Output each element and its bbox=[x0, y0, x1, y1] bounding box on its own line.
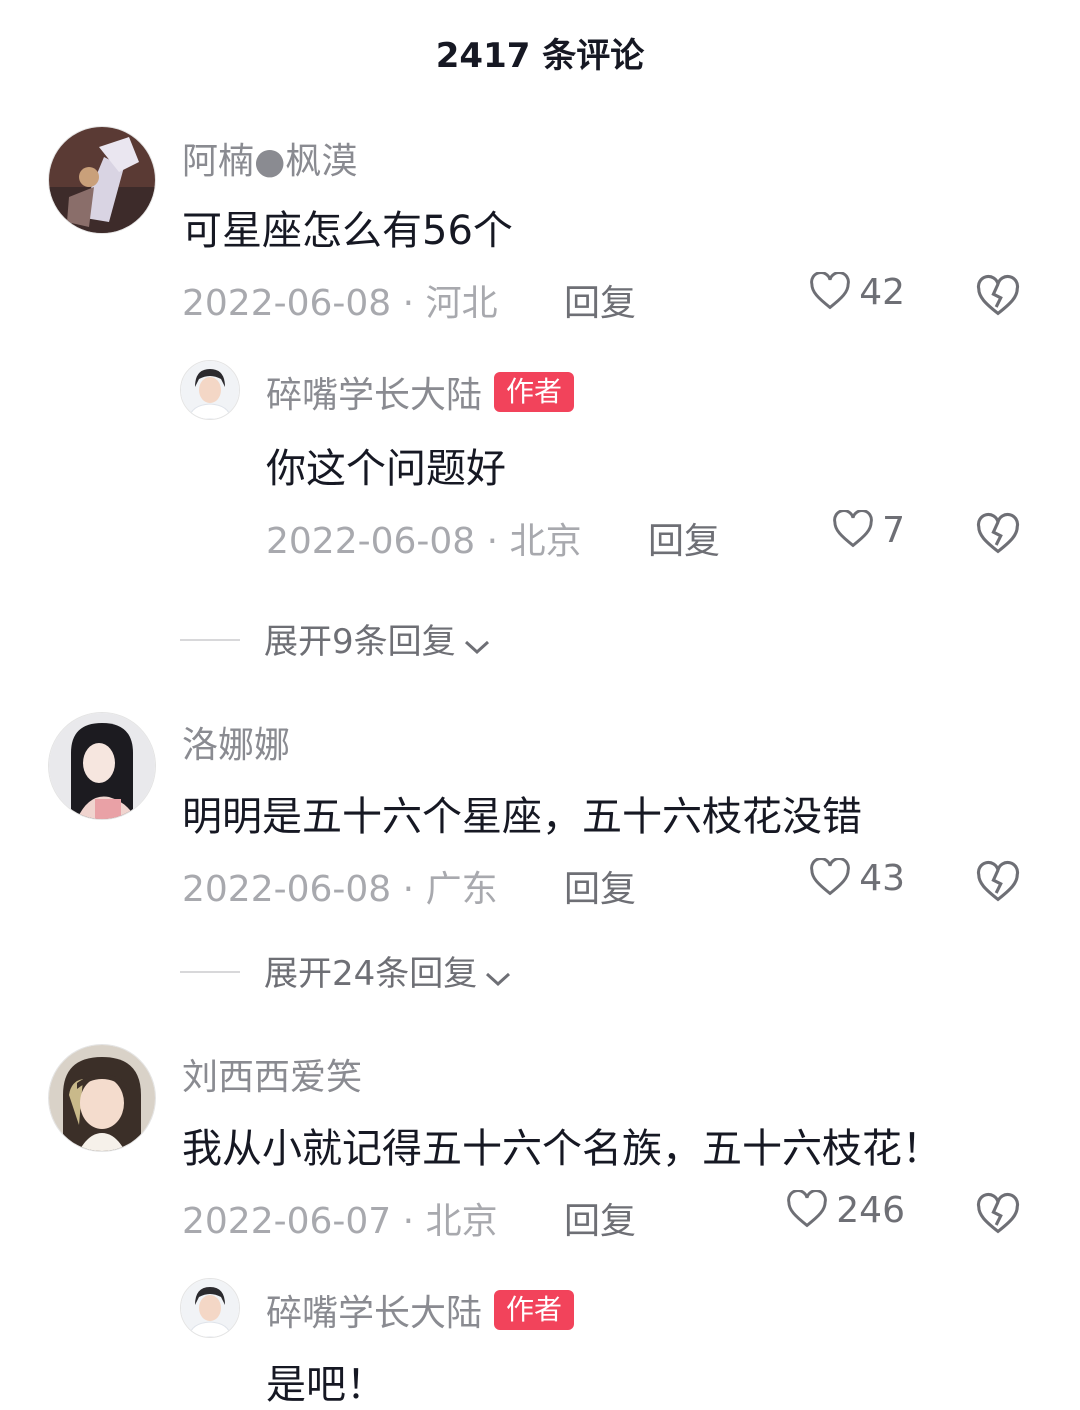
expand-replies-button[interactable]: 展开9条回复 bbox=[180, 614, 492, 663]
meta-separator: · bbox=[391, 1201, 426, 1242]
reply-text: 是吧！ bbox=[266, 1362, 386, 1408]
like-count: 7 bbox=[882, 510, 905, 551]
broken-heart-icon[interactable] bbox=[976, 1192, 1020, 1236]
like-count: 246 bbox=[836, 1190, 905, 1231]
comment-date: 2022-06-08 bbox=[182, 869, 392, 910]
like-count: 43 bbox=[859, 858, 905, 899]
heart-icon bbox=[810, 857, 851, 896]
comment-meta: 2022-06-08 · 广东 bbox=[182, 860, 498, 912]
like-button[interactable]: 246 bbox=[745, 1189, 905, 1231]
meta-separator: · bbox=[391, 283, 426, 324]
reply-username[interactable]: 碎嘴学长大陆 作者 bbox=[266, 1284, 575, 1336]
avatar[interactable] bbox=[180, 360, 240, 420]
reply-meta: 2022-06-08 · 北京 bbox=[266, 512, 582, 564]
reply-text: 你这个问题好 bbox=[266, 446, 506, 492]
reply-username-text: 碎嘴学长大陆 bbox=[266, 1293, 483, 1334]
broken-heart-icon[interactable] bbox=[976, 274, 1020, 318]
reply-button[interactable]: 回复 bbox=[564, 274, 636, 326]
meta-separator: · bbox=[391, 869, 426, 910]
reply-button[interactable]: 回复 bbox=[648, 512, 720, 564]
meta-separator: · bbox=[475, 521, 510, 562]
reply-username-text: 碎嘴学长大陆 bbox=[266, 375, 483, 416]
reply-button[interactable]: 回复 bbox=[564, 1192, 636, 1244]
comments-count-title: 2417 条评论 bbox=[435, 36, 645, 76]
comment-location: 广东 bbox=[425, 869, 498, 910]
comment-location: 北京 bbox=[425, 1201, 498, 1242]
comment-location: 河北 bbox=[425, 283, 498, 324]
broken-heart-icon[interactable] bbox=[976, 860, 1020, 904]
comment-date: 2022-06-07 bbox=[182, 1201, 392, 1242]
reply-username[interactable]: 碎嘴学长大陆 作者 bbox=[266, 366, 575, 418]
expand-replies-button[interactable]: 展开24条回复 bbox=[180, 946, 513, 995]
comment-text: 明明是五十六个星座，五十六枝花没错 bbox=[182, 794, 862, 840]
divider-line bbox=[180, 639, 240, 641]
avatar[interactable] bbox=[48, 712, 156, 820]
chevron-down-icon bbox=[464, 640, 489, 655]
comment-date: 2022-06-08 bbox=[182, 283, 392, 324]
like-button[interactable]: 42 bbox=[745, 271, 905, 313]
reply-button[interactable]: 回复 bbox=[564, 860, 636, 912]
reply-date: 2022-06-08 bbox=[266, 521, 476, 562]
comment-username[interactable]: 洛娜娜 bbox=[182, 716, 290, 768]
comment-text: 可星座怎么有56个 bbox=[182, 208, 513, 254]
expand-label: 展开9条回复 bbox=[264, 622, 456, 662]
heart-icon bbox=[810, 271, 851, 310]
reply-location: 北京 bbox=[509, 521, 582, 562]
author-badge: 作者 bbox=[494, 1290, 575, 1330]
heart-icon bbox=[833, 509, 873, 548]
broken-heart-icon[interactable] bbox=[976, 512, 1020, 556]
avatar[interactable] bbox=[48, 1044, 156, 1152]
comment-username[interactable]: 阿楠●枫漠 bbox=[182, 132, 357, 184]
expand-label: 展开24条回复 bbox=[264, 954, 478, 994]
heart-icon bbox=[787, 1189, 828, 1228]
author-badge: 作者 bbox=[494, 372, 575, 412]
avatar[interactable] bbox=[48, 126, 156, 234]
comment-meta: 2022-06-07 · 北京 bbox=[182, 1192, 498, 1244]
like-count: 42 bbox=[859, 272, 905, 313]
like-button[interactable]: 43 bbox=[745, 857, 905, 899]
like-button[interactable]: 7 bbox=[745, 509, 905, 551]
avatar[interactable] bbox=[180, 1278, 240, 1338]
chevron-down-icon bbox=[486, 972, 511, 987]
comment-username[interactable]: 刘西西爱笑 bbox=[182, 1048, 362, 1100]
comment-meta: 2022-06-08 · 河北 bbox=[182, 274, 498, 326]
divider-line bbox=[180, 971, 240, 973]
comment-text: 我从小就记得五十六个名族，五十六枝花！ bbox=[182, 1126, 942, 1172]
